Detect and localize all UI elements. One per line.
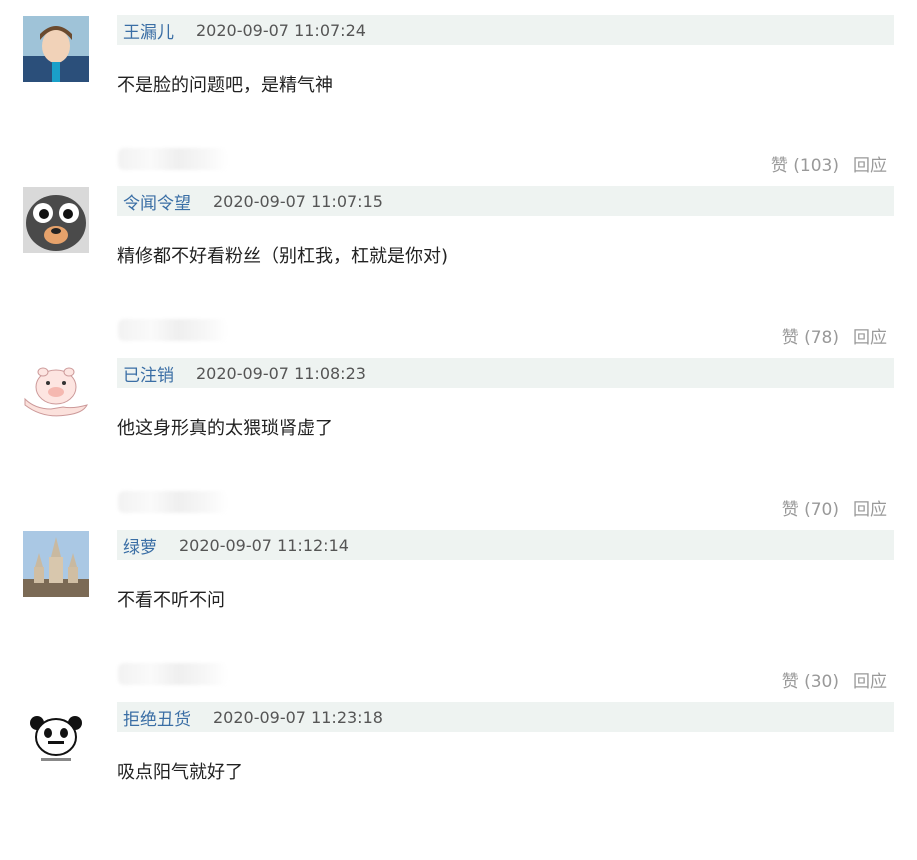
comment-text: 不看不听不问 [117,590,225,611]
author-name[interactable]: 绿萝 [123,533,157,558]
comment-item: 已注销 2020-09-07 11:08:23 他这身形真的太猥琐肾虚了 赞 (… [0,344,917,520]
comment-header: 令闻令望 2020-09-07 11:07:15 [117,186,894,216]
comment-header: 拒绝丑货 2020-09-07 11:23:18 [117,702,894,732]
timestamp: 2020-09-07 11:08:23 [196,363,366,383]
person-avatar-icon [23,16,89,82]
comment-item: 令闻令望 2020-09-07 11:07:15 精修都不好看粉丝（别杠我，杠就… [0,172,917,348]
comment-header: 王漏儿 2020-09-07 11:07:24 [117,15,894,45]
blurred-area [118,148,228,170]
timestamp: 2020-09-07 11:07:15 [213,191,383,211]
comment-text: 不是脸的问题吧，是精气神 [117,75,333,96]
comment-item: 拒绝丑货 2020-09-07 11:23:18 吸点阳气就好了 [0,688,917,860]
comment-header: 已注销 2020-09-07 11:08:23 [117,358,894,388]
comment-item: 王漏儿 2020-09-07 11:07:24 不是脸的问题吧，是精气神 赞 (… [0,0,917,176]
castle-avatar-icon [23,531,89,597]
timestamp: 2020-09-07 11:07:24 [196,20,366,40]
avatar[interactable] [23,16,89,82]
comment-header: 绿萝 2020-09-07 11:12:14 [117,530,894,560]
avatar[interactable] [23,359,89,425]
comment-text: 吸点阳气就好了 [117,762,243,783]
author-name[interactable]: 令闻令望 [123,189,191,214]
timestamp: 2020-09-07 11:23:18 [213,707,383,727]
blurred-area [118,663,228,685]
author-name[interactable]: 已注销 [123,361,174,386]
cartoon-animal-avatar-icon [23,187,89,253]
comment-text: 精修都不好看粉丝（别杠我，杠就是你对) [117,246,449,267]
blurred-area [118,491,228,513]
author-name[interactable]: 拒绝丑货 [123,705,191,730]
pig-hand-avatar-icon [23,359,89,425]
panda-meme-avatar-icon [23,703,89,769]
blurred-area [118,319,228,341]
author-name[interactable]: 王漏儿 [123,18,174,43]
avatar[interactable] [23,703,89,769]
avatar[interactable] [23,531,89,597]
avatar[interactable] [23,187,89,253]
comment-item: 绿萝 2020-09-07 11:12:14 不看不听不问 赞 (30) 回应 [0,516,917,692]
comment-text: 他这身形真的太猥琐肾虚了 [117,418,333,439]
timestamp: 2020-09-07 11:12:14 [179,535,349,555]
